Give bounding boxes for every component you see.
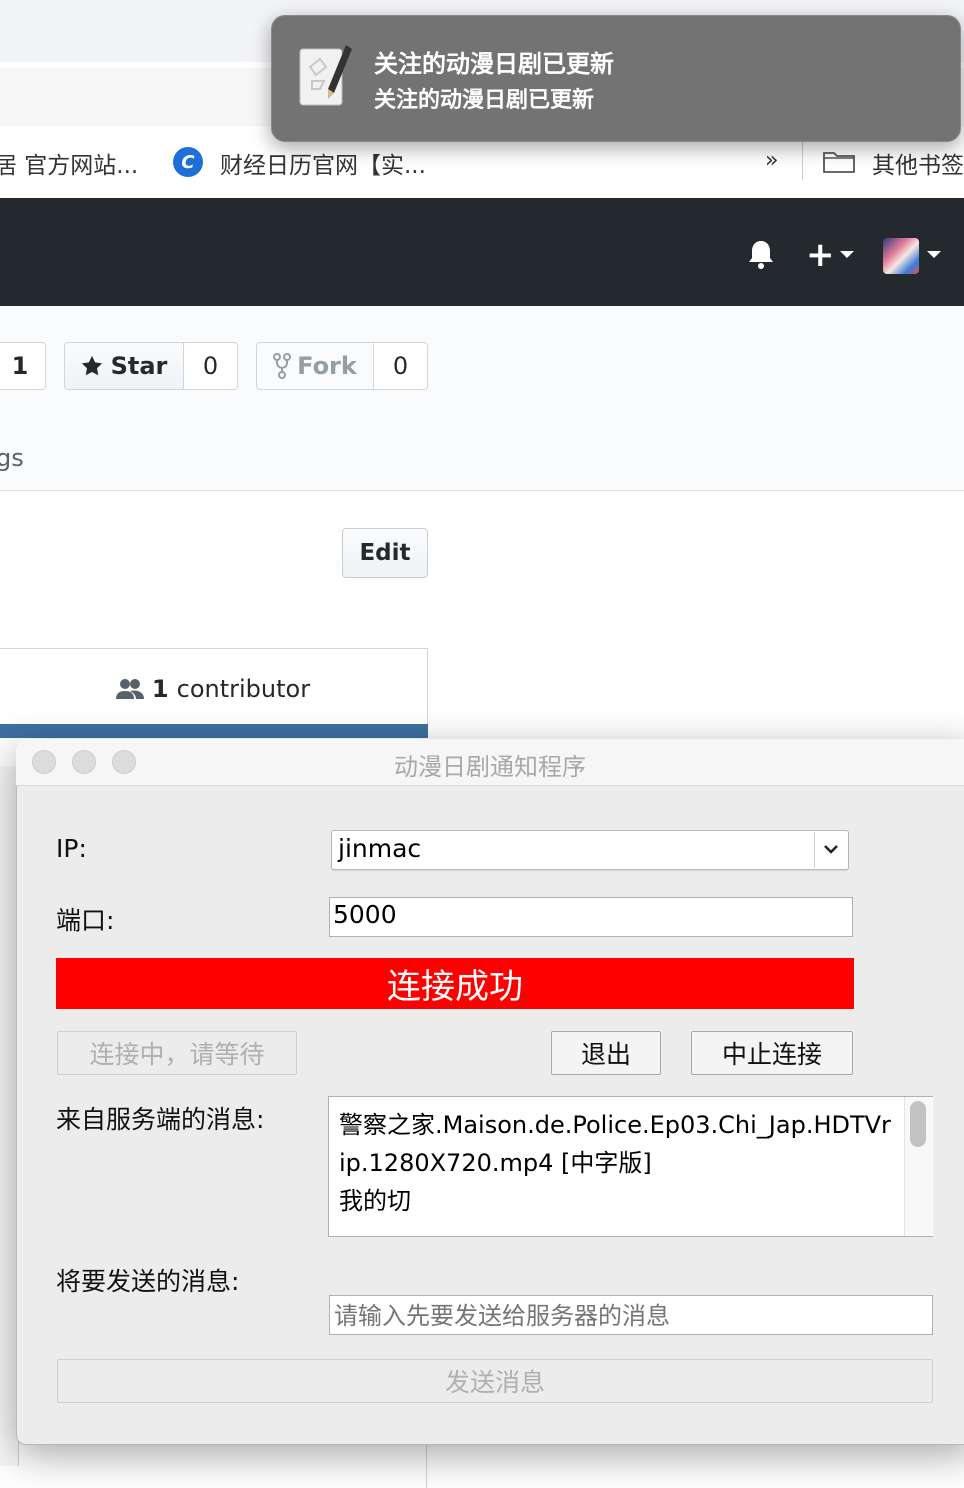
combobox-divider <box>814 832 815 868</box>
notification-title: 关注的动漫日剧已更新 <box>374 50 614 78</box>
bookmark-site-icon: C <box>173 147 203 177</box>
exit-button[interactable]: 退出 <box>551 1031 661 1075</box>
stop-connection-button[interactable]: 中止连接 <box>691 1031 853 1075</box>
watch-count[interactable]: 1 <box>0 342 46 390</box>
language-bar <box>0 724 428 738</box>
send-message-button[interactable]: 发送消息 <box>57 1359 933 1403</box>
send-message-input[interactable] <box>329 1295 933 1335</box>
chevron-down-icon[interactable] <box>927 251 941 258</box>
divider <box>426 1440 427 1488</box>
bookmark-item-1[interactable]: 居 官方网站... <box>0 146 138 180</box>
script-editor-icon <box>299 45 352 106</box>
contributor-label: contributor <box>176 674 311 703</box>
star-icon <box>81 355 102 376</box>
server-message-label: 来自服务端的消息: <box>56 1105 265 1134</box>
fork-icon <box>273 353 292 379</box>
fork-count[interactable]: 0 <box>373 342 428 390</box>
window-title: 动漫日剧通知程序 <box>394 753 586 781</box>
connect-button[interactable]: 连接中，请等待 <box>57 1031 297 1075</box>
repo-header <box>0 306 964 491</box>
repo-tab-settings[interactable]: gs <box>0 444 24 472</box>
star-count[interactable]: 0 <box>183 342 238 390</box>
bookmark-other-folder[interactable]: 其他书签 <box>872 146 964 180</box>
people-icon <box>115 678 144 699</box>
port-field[interactable]: 5000 <box>329 897 853 937</box>
plus-icon[interactable]: + <box>806 238 835 272</box>
bookmark-item-2[interactable]: 财经日历官网【实... <box>220 146 426 180</box>
bookmarks-more-button[interactable]: » <box>765 148 778 173</box>
edit-button[interactable]: Edit <box>342 528 428 578</box>
fork-button[interactable]: Fork <box>256 342 374 390</box>
ip-label: IP: <box>56 834 87 863</box>
chevron-down-icon[interactable] <box>823 842 839 856</box>
contributor-count: 1 <box>151 674 169 703</box>
fork-label: Fork <box>297 352 357 380</box>
notification-body: 关注的动漫日剧已更新 <box>374 88 595 113</box>
connection-status: 连接成功 <box>56 958 854 1009</box>
chevron-down-icon[interactable] <box>840 251 854 258</box>
star-button[interactable]: Star <box>64 342 184 390</box>
ip-value: jinmac <box>338 834 422 863</box>
bell-icon[interactable] <box>747 239 775 269</box>
star-label: Star <box>110 352 168 380</box>
server-message-text: 警察之家.Maison.de.Police.Ep03.Chi_Jap.HDTVr… <box>339 1111 891 1215</box>
scrollbar-thumb[interactable] <box>910 1101 926 1147</box>
bookmarks-divider <box>802 140 803 180</box>
folder-icon <box>823 152 855 173</box>
port-label: 端口: <box>56 906 115 935</box>
send-message-label: 将要发送的消息: <box>56 1267 240 1296</box>
contributors-summary[interactable]: 1 contributor <box>0 648 428 728</box>
avatar[interactable] <box>883 238 919 274</box>
